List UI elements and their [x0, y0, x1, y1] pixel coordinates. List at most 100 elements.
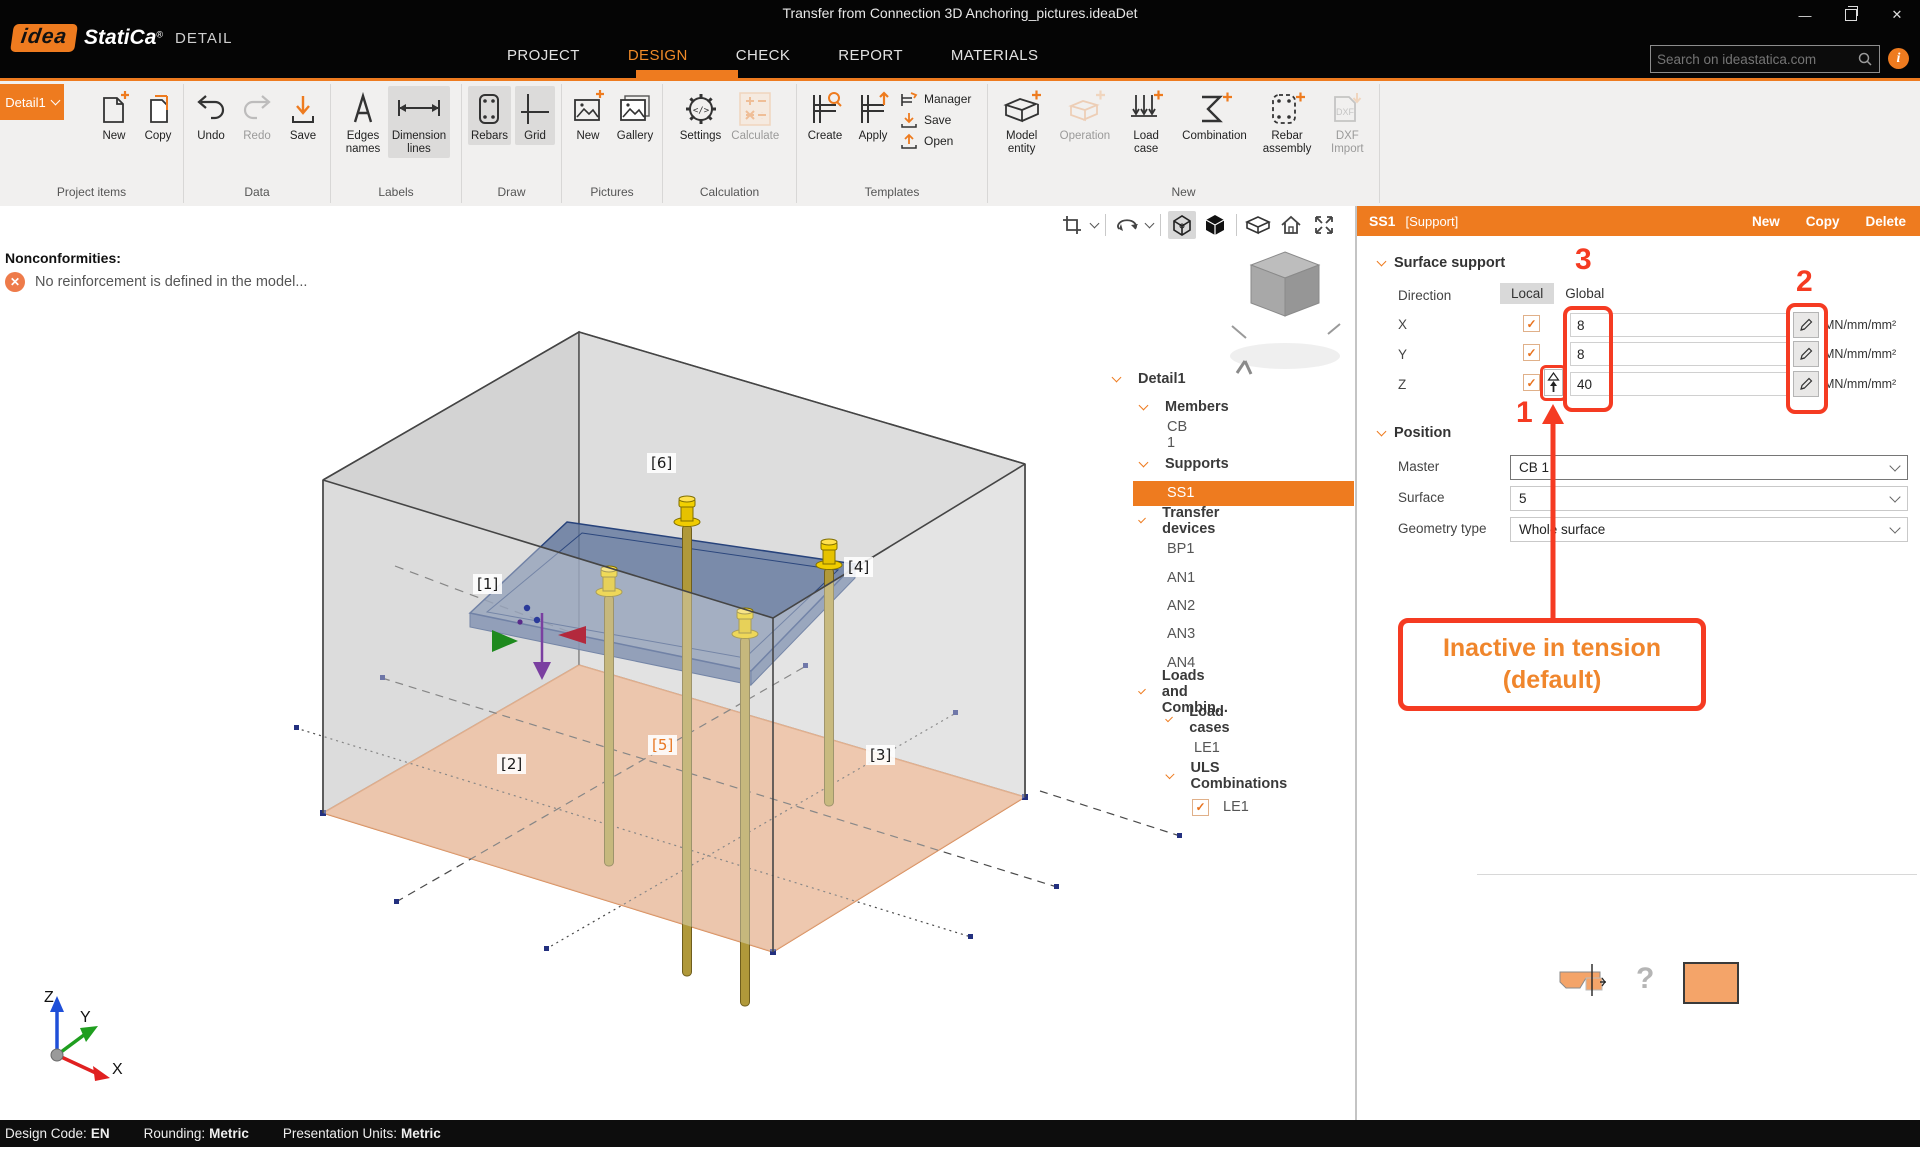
z-checkbox[interactable]: ✓ [1523, 374, 1540, 391]
tree-item-load-cases[interactable]: Load cases [1189, 704, 1232, 736]
tree-item-an1[interactable]: AN1 [1167, 570, 1195, 586]
save-small-icon [899, 111, 919, 129]
tree-item-uls-combinations[interactable]: ULS Combinations [1191, 760, 1289, 792]
search-icon[interactable] [1857, 51, 1873, 67]
gallery-button[interactable]: Gallery [613, 86, 657, 145]
group-name: Labels [331, 185, 461, 199]
minimize-button[interactable]: — [1782, 0, 1828, 30]
operation-button[interactable]: Operation [1057, 86, 1114, 145]
search-box [1650, 45, 1880, 73]
tree-item-bp1[interactable]: BP1 [1167, 541, 1194, 557]
tree-item-members[interactable]: Members [1165, 399, 1229, 415]
le1-checkbox[interactable]: ✓ [1192, 799, 1209, 816]
solid-view-button[interactable] [1201, 211, 1229, 239]
box-plus-icon [1000, 88, 1044, 130]
rebar-assembly-button[interactable]: Rebar assembly [1260, 86, 1315, 158]
crop-view-button[interactable] [1058, 211, 1086, 239]
surface-support-section[interactable]: Surface support [1378, 255, 1505, 271]
grid-button[interactable]: Grid [515, 86, 555, 145]
panel-new-button[interactable]: New [1752, 214, 1780, 229]
tree-item-le1-combination[interactable]: LE1 [1223, 799, 1249, 815]
rounding-status: Rounding:Metric [144, 1126, 249, 1141]
edges-names-button[interactable]: Edges names [342, 86, 384, 158]
y-checkbox[interactable]: ✓ [1523, 344, 1540, 361]
gear-code-icon: </> [681, 88, 721, 130]
template-open-button[interactable]: Open [899, 132, 971, 150]
direction-local-option[interactable]: Local [1500, 283, 1554, 304]
undo-icon [193, 88, 229, 130]
chevron-down-icon[interactable] [1090, 219, 1100, 229]
fit-view-button[interactable] [1310, 211, 1338, 239]
chevron-down-icon[interactable] [1165, 770, 1174, 779]
tree-item-an3[interactable]: AN3 [1167, 626, 1195, 642]
redo-button[interactable]: Redo [236, 86, 278, 145]
chevron-down-icon[interactable] [1138, 686, 1146, 694]
chevron-down-icon [1377, 426, 1387, 436]
tab-design[interactable]: DESIGN [626, 44, 690, 67]
button-label: Operation [1060, 130, 1111, 143]
chevron-down-icon[interactable] [1112, 372, 1122, 382]
chevron-down-icon[interactable] [1139, 457, 1149, 467]
undo-button[interactable]: Undo [190, 86, 232, 145]
position-section[interactable]: Position [1378, 425, 1451, 441]
tab-project[interactable]: PROJECT [505, 44, 582, 67]
dxf-import-button[interactable]: DXF DXF Import [1324, 86, 1370, 158]
close-button[interactable]: ✕ [1874, 0, 1920, 30]
y-axis-label: Y [1398, 347, 1407, 362]
search-input[interactable] [1651, 52, 1857, 67]
model-entity-button[interactable]: Model entity [997, 86, 1047, 158]
navigation-cube[interactable] [1230, 252, 1340, 374]
tree-item-le1[interactable]: LE1 [1194, 740, 1220, 756]
rotate-view-button[interactable] [1113, 211, 1141, 239]
save-button[interactable]: Save [282, 86, 324, 145]
panel-delete-button[interactable]: Delete [1865, 214, 1906, 229]
window-controls: — ✕ [1782, 0, 1920, 30]
chevron-down-icon[interactable] [1165, 714, 1173, 722]
tab-materials[interactable]: MATERIALS [949, 44, 1041, 67]
calculate-button[interactable]: Calculate [728, 86, 782, 145]
restore-button[interactable] [1828, 0, 1874, 30]
chevron-down-icon[interactable] [1138, 515, 1146, 523]
dimension-lines-button[interactable]: Dimension lines [388, 86, 450, 158]
button-label: Model entity [1006, 130, 1037, 156]
rebars-button[interactable]: Rebars [468, 86, 511, 145]
load-case-button[interactable]: Load case [1123, 86, 1169, 158]
nonconformities-title: Nonconformities: [5, 250, 121, 266]
tree-item-ss1[interactable]: SS1 [1167, 485, 1194, 501]
x-checkbox[interactable]: ✓ [1523, 315, 1540, 332]
template-create-button[interactable]: Create [803, 86, 847, 145]
wireframe-view-button[interactable] [1168, 211, 1196, 239]
dxf-file-icon: DXF [1327, 88, 1367, 130]
rebar-assembly-icon [1265, 88, 1309, 130]
info-icon[interactable]: i [1888, 48, 1909, 69]
panel-copy-button[interactable]: Copy [1806, 214, 1840, 229]
edge-label-1: [1] [473, 574, 502, 594]
tree-item-transfer-devices[interactable]: Transfer devices [1162, 505, 1222, 537]
tab-check[interactable]: CHECK [734, 44, 793, 67]
nonconformity-item[interactable]: ✕ No reinforcement is defined in the mod… [5, 272, 307, 292]
tree-item-cb1[interactable]: CB 1 [1167, 419, 1187, 451]
direction-global-option[interactable]: Global [1554, 283, 1615, 304]
button-label: New [102, 130, 125, 143]
chevron-down-icon[interactable] [1145, 219, 1155, 229]
template-manager-button[interactable]: Manager [899, 90, 971, 108]
section-view-button[interactable] [1244, 211, 1272, 239]
tree-item-supports[interactable]: Supports [1165, 456, 1229, 472]
new-picture-button[interactable]: New [567, 86, 609, 145]
tree-item-detail1[interactable]: Detail1 [1138, 371, 1186, 387]
chevron-down-icon [1889, 491, 1900, 502]
tree-item-an2[interactable]: AN2 [1167, 598, 1195, 614]
active-tab-indicator [636, 70, 738, 81]
copy-project-item-button[interactable]: Copy [138, 86, 178, 145]
settings-button[interactable]: </> Settings [677, 86, 725, 145]
template-apply-button[interactable]: Apply [851, 86, 895, 145]
tab-report[interactable]: REPORT [836, 44, 905, 67]
combination-button[interactable]: Combination [1179, 86, 1250, 145]
new-project-item-button[interactable]: New [94, 86, 134, 145]
chevron-down-icon[interactable] [1139, 400, 1149, 410]
button-label: DXF Import [1331, 130, 1364, 156]
template-apply-icon [854, 88, 892, 130]
home-view-button[interactable] [1277, 211, 1305, 239]
template-save-button[interactable]: Save [899, 111, 971, 129]
ribbon-group-project-items: New Copy Project items [0, 84, 184, 203]
